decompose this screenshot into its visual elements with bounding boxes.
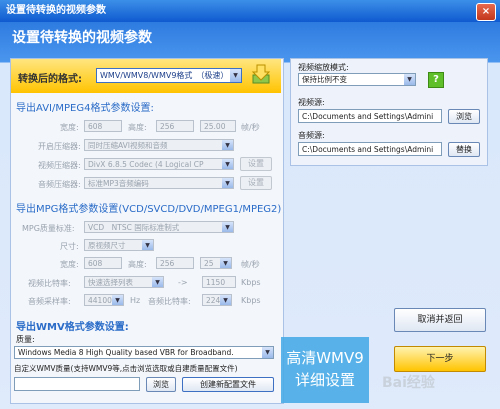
mpg-fps-select[interactable]: 25 ▼: [200, 257, 232, 269]
next-button[interactable]: 下一步: [394, 346, 486, 372]
chevron-down-icon: ▼: [220, 295, 231, 305]
chevron-down-icon: ▼: [404, 74, 415, 85]
chevron-down-icon: ▼: [222, 159, 233, 169]
chevron-down-icon: ▼: [222, 222, 233, 232]
window-title: 设置待转换的视频参数: [6, 5, 106, 16]
avi-audio-codec-select[interactable]: 标准MP3音频编码 ▼: [84, 177, 234, 189]
avi-audio-codec-value: 标准MP3音频编码: [88, 179, 149, 188]
close-button[interactable]: ×: [476, 3, 496, 21]
mpg-samplerate-label: 音频采样率:: [28, 297, 71, 306]
help-icon[interactable]: ?: [428, 72, 444, 88]
dialog-header: 设置待转换的视频参数: [12, 30, 152, 46]
format-value: WMV/WMV8/WMV9格式 （极速）: [100, 71, 229, 80]
video-source-input[interactable]: C:\Documents and Settings\Admini: [298, 109, 442, 123]
avi-video-codec-value: DivX 6.8.5 Codec (4 Logical CP: [88, 160, 204, 169]
avi-fps-input[interactable]: 25.00: [200, 120, 236, 132]
watermark-logo: Bai经验: [382, 375, 435, 391]
avi-video-codec-label: 视频压缩器:: [38, 161, 81, 170]
audio-source-input[interactable]: C:\Documents and Settings\Admini: [298, 142, 442, 156]
mpg-size-select[interactable]: 原视频尺寸 ▼: [84, 239, 154, 251]
wmv-quality-select[interactable]: Windows Media 8 High Quality based VBR f…: [14, 346, 274, 359]
mpg-hz-unit: Hz: [130, 296, 141, 305]
wmv-custom-path-input[interactable]: [14, 377, 140, 391]
scale-mode-value: 保持比例不变: [302, 75, 347, 84]
video-source-browse-button[interactable]: 浏览: [448, 109, 480, 124]
chevron-down-icon: ▼: [142, 240, 153, 250]
format-label: 转换后的格式:: [18, 74, 82, 85]
chevron-down-icon: ▼: [220, 258, 231, 268]
audio-source-label: 音频源:: [298, 131, 325, 140]
avi-video-codec-select[interactable]: DivX 6.8.5 Codec (4 Logical CP ▼: [84, 158, 234, 170]
mpg-size-value: 原视频尺寸: [88, 241, 126, 250]
mpg-height-input[interactable]: 256: [156, 257, 194, 269]
audio-replace-button[interactable]: 替换: [448, 142, 480, 157]
download-arrow-icon[interactable]: [251, 63, 271, 85]
avi-compressor-label: 开启压缩器:: [38, 142, 81, 151]
mpg-fps-value: 25: [204, 259, 214, 268]
avi-width-label: 宽度:: [60, 123, 79, 132]
wmv-browse-button[interactable]: 浏览: [146, 377, 176, 392]
overlay-line-2: 详细设置: [294, 371, 355, 389]
video-source-label: 视频源:: [298, 98, 325, 107]
overlay-line-1: 高清WMV9: [286, 349, 364, 367]
wmv-quality-label: 质量:: [16, 335, 35, 344]
wmv-custom-label: 自定义WMV质量(支持WMV9等,点击浏览选取或自建质量配置文件): [14, 364, 238, 373]
mpg-width-input[interactable]: 608: [84, 257, 122, 269]
cancel-button[interactable]: 取消并返回: [394, 308, 486, 332]
mpg-arrow: ->: [178, 278, 188, 287]
avi-compressor-select[interactable]: 同时压缩AVI视频和音频 ▼: [84, 139, 234, 151]
avi-audio-codec-label: 音频压缩器:: [38, 180, 81, 189]
avi-audio-settings-button[interactable]: 设置: [240, 176, 272, 190]
mpg-abitrate-label: 音频比特率:: [148, 297, 191, 306]
avi-fps-unit: 帧/秒: [241, 123, 260, 132]
avi-width-input[interactable]: 608: [84, 120, 122, 132]
create-config-button[interactable]: 创建新配置文件: [182, 377, 274, 392]
scale-mode-select[interactable]: 保持比例不变 ▼: [298, 73, 416, 86]
mpg-quality-value: VCD NTSC 国际标准制式: [88, 223, 180, 232]
mpg-quality-label: MPG质量标准:: [22, 224, 75, 233]
wmv-section-title: 导出WMV格式参数设置:: [16, 322, 129, 333]
mpg-samplerate-value: 44100: [88, 296, 112, 305]
mpg-fps-unit: 帧/秒: [241, 260, 260, 269]
mpg-samplerate-select[interactable]: 44100 ▼: [84, 294, 124, 306]
avi-height-label: 高度:: [128, 123, 147, 132]
mpg-size-label: 尺寸:: [60, 242, 79, 251]
avi-compressor-value: 同时压缩AVI视频和音频: [88, 141, 168, 150]
chevron-down-icon: ▼: [112, 295, 123, 305]
annotation-overlay: 高清WMV9 详细设置: [281, 337, 369, 403]
mpg-abitrate-unit: Kbps: [241, 296, 261, 305]
chevron-down-icon: ▼: [230, 69, 241, 82]
mpg-width-label: 宽度:: [60, 260, 79, 269]
chevron-down-icon: ▼: [262, 347, 273, 358]
mpg-vbitrate-value: 快速选择列表: [88, 278, 133, 287]
mpg-vbitrate-select[interactable]: 快速选择列表 ▼: [84, 276, 164, 288]
avi-section-title: 导出AVI/MPEG4格式参数设置:: [16, 103, 154, 114]
scale-mode-label: 视频缩放模式:: [298, 63, 349, 72]
mpg-vbitrate-unit: Kbps: [241, 278, 261, 287]
mpg-quality-select[interactable]: VCD NTSC 国际标准制式 ▼: [84, 221, 234, 233]
title-bar: 设置待转换的视频参数: [0, 0, 500, 22]
mpg-vbitrate-input[interactable]: 1150: [202, 276, 236, 288]
avi-height-input[interactable]: 256: [156, 120, 194, 132]
wmv-quality-value: Windows Media 8 High Quality based VBR f…: [18, 348, 234, 357]
avi-video-settings-button[interactable]: 设置: [240, 157, 272, 171]
mpg-vbitrate-label: 视频比特率:: [28, 279, 71, 288]
chevron-down-icon: ▼: [222, 178, 233, 188]
mpg-height-label: 高度:: [128, 260, 147, 269]
mpg-abitrate-select[interactable]: 224 ▼: [202, 294, 232, 306]
mpg-section-title: 导出MPG格式参数设置(VCD/SVCD/DVD/MPEG1/MPEG2): [16, 204, 282, 215]
mpg-abitrate-value: 224: [206, 296, 221, 305]
chevron-down-icon: ▼: [222, 140, 233, 150]
format-select[interactable]: WMV/WMV8/WMV9格式 （极速） ▼: [96, 68, 242, 83]
chevron-down-icon: ▼: [152, 277, 163, 287]
